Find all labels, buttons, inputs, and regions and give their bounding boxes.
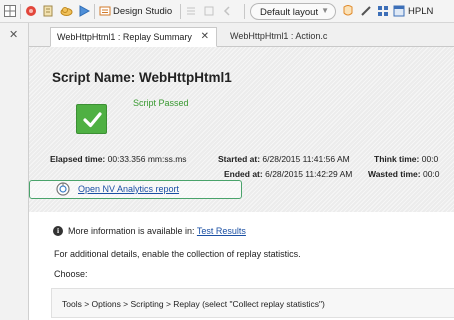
left-gutter: ✕ [0, 23, 29, 320]
test-results-link[interactable]: Test Results [197, 226, 246, 236]
instruction-text: Tools > Options > Scripting > Replay (se… [62, 299, 325, 309]
tab-label: WebHttpHtml1 : Replay Summary [57, 32, 192, 42]
passed-check-icon [76, 104, 107, 134]
ended-at-value: 6/28/2015 11:42:29 AM [265, 169, 353, 179]
wasted-time-label: Wasted time: [368, 169, 421, 179]
play-icon[interactable] [77, 4, 91, 18]
list-alt-icon[interactable] [202, 4, 216, 18]
started-at: Started at: 6/28/2015 11:41:56 AM [218, 154, 350, 164]
more-info-text: More information is available in: Test R… [68, 226, 246, 236]
cloud-icon[interactable] [59, 4, 73, 18]
tiles-icon[interactable] [376, 4, 390, 18]
editor-tabs: WebHttpHtml1 : Replay Summary ✕ WebHttpH… [29, 23, 454, 47]
pen-icon[interactable] [359, 4, 373, 18]
script-icon[interactable] [41, 4, 55, 18]
hpln-button[interactable]: HPLN [408, 6, 433, 17]
window-icon[interactable] [392, 4, 406, 18]
think-time: Think time: 00:0 [374, 154, 438, 164]
wasted-time: Wasted time: 00:0 [368, 169, 440, 179]
layout-dropdown[interactable]: Default layout ▼ [250, 3, 336, 20]
script-name-title: Script Name: WebHttpHtml1 [52, 70, 232, 85]
status-text: Script Passed [133, 98, 189, 108]
main-toolbar: Design Studio Default layout ▼ HPLN [0, 0, 454, 23]
started-at-label: Started at: [218, 154, 261, 164]
record-icon[interactable] [24, 4, 38, 18]
instruction-box: Tools > Options > Scripting > Replay (se… [51, 288, 454, 318]
close-icon[interactable]: ✕ [9, 28, 18, 41]
list-icon[interactable] [184, 4, 198, 18]
design-studio-icon[interactable] [98, 4, 112, 18]
elapsed-time-label: Elapsed time: [50, 154, 106, 164]
elapsed-time: Elapsed time: 00:33.356 mm:ss.ms [50, 154, 187, 164]
nv-analytics-icon [56, 182, 70, 196]
additional-details-text: For additional details, enable the colle… [54, 249, 301, 259]
grid-icon[interactable] [3, 4, 17, 18]
replay-summary-pane: Script Name: WebHttpHtml1 Script Passed … [29, 47, 454, 320]
ended-at-label: Ended at: [224, 169, 263, 179]
tab-replay-summary[interactable]: WebHttpHtml1 : Replay Summary ✕ [50, 27, 217, 47]
design-studio-button[interactable]: Design Studio [113, 6, 172, 17]
started-at-value: 6/28/2015 11:41:56 AM [262, 154, 350, 164]
tab-label: WebHttpHtml1 : Action.c [230, 31, 328, 41]
tab-action-c[interactable]: WebHttpHtml1 : Action.c [224, 27, 333, 47]
chevron-down-icon: ▼ [321, 6, 329, 15]
ended-at: Ended at: 6/28/2015 11:42:29 AM [224, 169, 352, 179]
more-info-label: More information is available in: [68, 226, 195, 236]
think-time-label: Think time: [374, 154, 420, 164]
summary-panel: Script Name: WebHttpHtml1 Script Passed … [29, 47, 454, 212]
help-icon[interactable] [341, 4, 355, 18]
close-tab-icon[interactable]: ✕ [201, 31, 209, 42]
think-time-value: 00:0 [421, 154, 439, 164]
back-icon[interactable] [220, 4, 234, 18]
layout-dropdown-label: Default layout [260, 7, 319, 18]
info-icon: i [53, 226, 63, 236]
elapsed-time-value: 00:33.356 mm:ss.ms [107, 154, 187, 164]
open-nv-analytics-link[interactable]: Open NV Analytics report [78, 184, 179, 194]
wasted-time-value: 00:0 [422, 169, 440, 179]
choose-label: Choose: [54, 269, 88, 279]
